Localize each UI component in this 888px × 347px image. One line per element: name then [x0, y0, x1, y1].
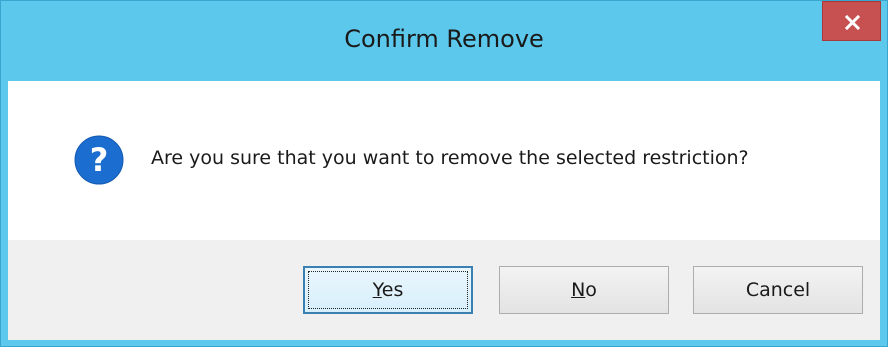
no-button[interactable]: No: [499, 266, 669, 314]
dialog-title: Confirm Remove: [344, 25, 544, 53]
question-icon: ?: [74, 135, 124, 185]
dialog-body: ? Are you sure that you want to remove t…: [8, 81, 880, 340]
no-mnemonic: N: [571, 279, 586, 301]
close-button[interactable]: [822, 1, 881, 41]
no-label-rest: o: [585, 279, 597, 301]
message-text: Are you sure that you want to remove the…: [151, 147, 749, 169]
yes-button[interactable]: Yes: [303, 266, 473, 314]
close-icon: [845, 15, 860, 30]
cancel-button[interactable]: Cancel: [693, 266, 863, 314]
title-bar[interactable]: Confirm Remove: [1, 1, 887, 81]
focus-rectangle: [308, 271, 468, 309]
cancel-label: Cancel: [745, 279, 811, 301]
confirm-remove-dialog: Confirm Remove ? Are you sure that you w…: [0, 0, 888, 347]
svg-text:?: ?: [90, 141, 109, 179]
message-area: ? Are you sure that you want to remove t…: [8, 81, 880, 240]
